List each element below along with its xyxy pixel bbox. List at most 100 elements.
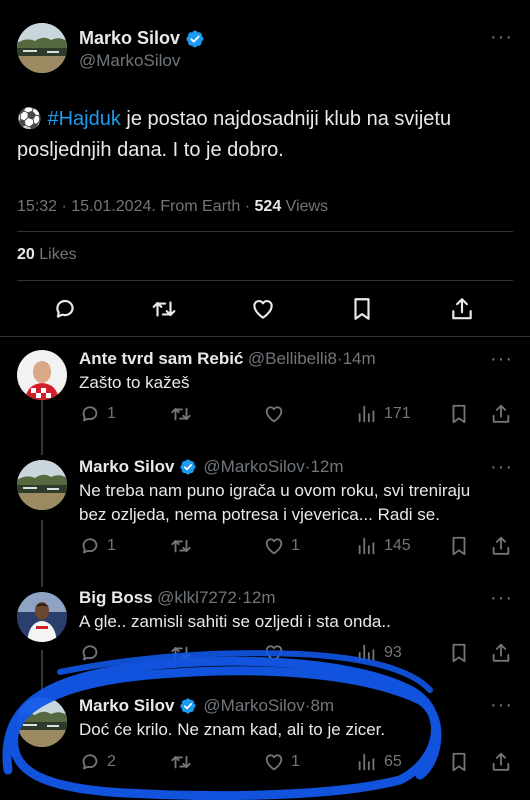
verified-badge-icon <box>179 458 197 476</box>
share-icon[interactable] <box>449 296 475 322</box>
views-count: 524 <box>254 198 282 215</box>
like-button[interactable] <box>263 642 291 664</box>
like-icon <box>263 403 285 425</box>
more-options-icon[interactable]: ··· <box>490 27 513 47</box>
verified-badge-icon <box>179 697 197 715</box>
share-icon <box>490 642 512 664</box>
retweet-button[interactable] <box>170 535 192 557</box>
reply-icon <box>79 751 101 773</box>
retweet-icon <box>170 403 192 425</box>
reply-text-line1: Ne treba nam puno igrača u ovom roku, sv… <box>79 481 471 500</box>
hashtag-link[interactable]: #Hajduk <box>47 108 120 130</box>
thread-connector <box>41 400 43 455</box>
thread-connector <box>41 650 43 695</box>
share-button[interactable] <box>490 403 512 425</box>
share-button[interactable] <box>490 751 512 773</box>
avatar[interactable] <box>17 460 67 510</box>
author-handle[interactable]: @MarkoSilov <box>79 51 180 71</box>
views-button[interactable]: 171 <box>356 403 411 425</box>
share-button[interactable] <box>490 535 512 557</box>
view-count: 65 <box>384 753 402 770</box>
like-count: 1 <box>291 537 300 554</box>
more-options-icon[interactable]: ··· <box>490 349 513 369</box>
retweet-button[interactable] <box>170 403 192 425</box>
like-icon <box>263 535 285 557</box>
retweet-icon[interactable] <box>151 296 177 322</box>
reply-time[interactable]: 14m <box>343 349 376 368</box>
view-count: 145 <box>384 537 411 554</box>
reply-button[interactable]: 2 <box>79 751 116 773</box>
retweet-icon <box>170 642 192 664</box>
tweet-date[interactable]: 15.01.2024 <box>71 198 151 215</box>
tweet-meta: 15:32 · 15.01.2024. From Earth · 524 Vie… <box>17 198 329 215</box>
reply-icon <box>79 403 101 425</box>
reply-button[interactable]: 1 <box>79 535 116 557</box>
reply-handle[interactable]: @MarkoSilov <box>203 696 304 716</box>
views-button[interactable]: 145 <box>356 535 411 557</box>
likes-link[interactable]: 20 Likes <box>17 246 77 264</box>
reply-button[interactable]: 1 <box>79 403 116 425</box>
like-icon[interactable] <box>250 296 276 322</box>
bookmark-button[interactable] <box>448 751 470 773</box>
tweet-text: ⚽ #Hajduk je postao najdosadniji klub na… <box>17 104 517 166</box>
views-icon <box>356 751 378 773</box>
avatar[interactable] <box>17 23 67 73</box>
retweet-button[interactable] <box>170 642 192 664</box>
reply-header: Ante tvrd sam Rebić @Bellibelli8·14m <box>79 349 376 369</box>
reply-handle[interactable]: @klkl7272 <box>157 588 237 607</box>
reply-count: 1 <box>107 405 116 422</box>
share-button[interactable] <box>490 642 512 664</box>
more-options-icon[interactable]: ··· <box>490 588 513 608</box>
divider <box>17 231 513 232</box>
like-button[interactable] <box>263 403 291 425</box>
avatar[interactable] <box>17 350 67 400</box>
avatar[interactable] <box>17 592 67 642</box>
bookmark-button[interactable] <box>448 642 470 664</box>
view-count: 93 <box>384 644 402 661</box>
views-button[interactable]: 65 <box>356 751 402 773</box>
bookmark-icon <box>448 535 470 557</box>
reply-author-name[interactable]: Ante tvrd sam Rebić <box>79 349 243 368</box>
reply-icon[interactable] <box>52 296 78 322</box>
tweet-time[interactable]: 15:32 <box>17 198 57 215</box>
reply-header: Marko Silov @MarkoSilov · 12m <box>79 457 344 477</box>
reply-handle[interactable]: @MarkoSilov <box>203 457 304 477</box>
views-button[interactable]: 93 <box>356 642 402 664</box>
like-button[interactable]: 1 <box>263 535 300 557</box>
bookmark-button[interactable] <box>448 403 470 425</box>
like-button[interactable]: 1 <box>263 751 300 773</box>
views-icon <box>356 535 378 557</box>
reply-text: Zašto to kažeš <box>79 373 190 392</box>
retweet-button[interactable] <box>170 751 192 773</box>
reply-author-name[interactable]: Big Boss <box>79 588 153 607</box>
author-name-row[interactable]: Marko Silov <box>79 28 205 49</box>
thread-connector <box>41 520 43 587</box>
reply-button[interactable] <box>79 642 107 664</box>
reply-time[interactable]: 12m <box>242 588 275 607</box>
reply-text-line2: bez ozljeda, nema potresa i vjeverica...… <box>79 505 440 524</box>
avatar[interactable] <box>17 697 67 747</box>
divider <box>0 336 530 337</box>
bookmark-icon <box>448 642 470 664</box>
bookmark-button[interactable] <box>448 535 470 557</box>
bookmark-icon <box>448 403 470 425</box>
share-icon <box>490 535 512 557</box>
reply-time[interactable]: 12m <box>310 457 343 477</box>
retweet-icon <box>170 751 192 773</box>
reply-handle[interactable]: @Bellibelli8 <box>248 349 337 368</box>
view-count: 171 <box>384 405 411 422</box>
reply-time[interactable]: 8m <box>310 696 334 716</box>
reply-text: Ne treba nam puno igrača u ovom roku, sv… <box>79 479 509 527</box>
more-options-icon[interactable]: ··· <box>490 457 513 477</box>
reply-text: A gle.. zamisli sahiti se ozljedi i sta … <box>79 612 391 631</box>
bookmark-icon[interactable] <box>349 296 375 322</box>
more-options-icon[interactable]: ··· <box>490 695 513 715</box>
reply-author-name[interactable]: Marko Silov <box>79 457 174 477</box>
reply-text: Doć će krilo. Ne znam kad, ali to je zic… <box>79 720 386 739</box>
reply-count: 1 <box>107 537 116 554</box>
tweet-text-line1: je postao najdosadniji klub na svijetu <box>120 108 452 130</box>
reply-author-name[interactable]: Marko Silov <box>79 696 174 716</box>
reply-icon <box>79 535 101 557</box>
retweet-icon <box>170 535 192 557</box>
author-name[interactable]: Marko Silov <box>79 28 180 49</box>
